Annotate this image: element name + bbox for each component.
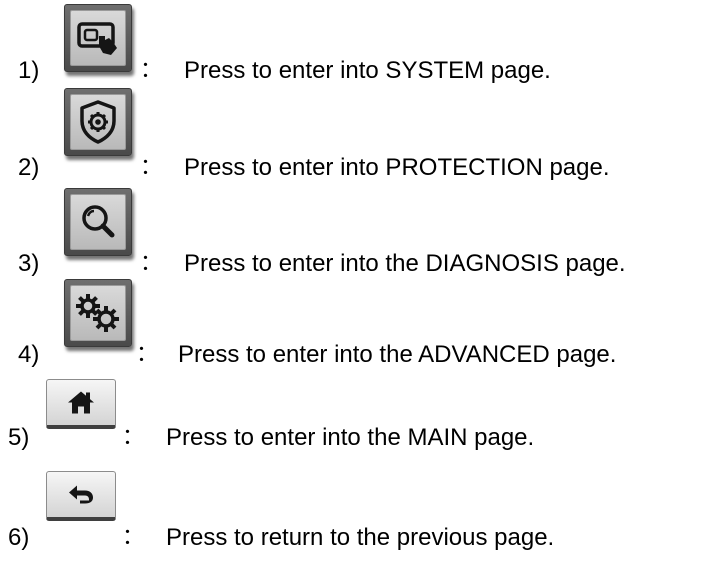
touch-screen-icon — [77, 22, 117, 55]
item-number: 2) — [18, 154, 40, 181]
item-description: Press to return to the previous page. — [166, 524, 555, 551]
colon-separator: ： — [140, 155, 163, 180]
list-item-advanced: 4) ： Press to enter into the ADVANCED pa… — [0, 279, 702, 373]
main-button[interactable] — [46, 379, 116, 429]
return-button[interactable] — [46, 471, 116, 521]
list-item-diagnosis: 3) ： Press to enter into the DIAGNOSIS p… — [0, 188, 702, 280]
item-description: Press to enter into PROTECTION page. — [184, 154, 610, 181]
item-description: Press to enter into the ADVANCED page. — [178, 341, 617, 368]
list-item-protection: 2) ： Press to enter into PROTECTION page… — [0, 88, 702, 184]
list-item-main: 5) ： Press to enter into the MAIN page. — [0, 376, 702, 466]
colon-separator: ： — [140, 251, 163, 276]
item-number: 4) — [18, 341, 40, 368]
item-number: 3) — [18, 250, 40, 277]
item-number: 5) — [8, 424, 30, 451]
colon-separator: ： — [140, 58, 163, 83]
item-number: 6) — [8, 524, 30, 551]
system-button[interactable] — [64, 4, 132, 72]
item-description: Press to enter into SYSTEM page. — [184, 57, 551, 84]
item-description: Press to enter into the MAIN page. — [166, 424, 535, 451]
list-item-system: 1) ： Press to enter into SYSTEM page. — [0, 0, 702, 90]
gears-icon — [76, 294, 119, 332]
colon-separator: ： — [122, 525, 145, 550]
magnifier-icon — [82, 205, 115, 238]
colon-separator: ： — [136, 342, 159, 367]
diagnosis-button[interactable] — [64, 188, 132, 256]
colon-separator: ： — [122, 425, 145, 450]
list-item-return: 6) ： Press to return to the previous pag… — [0, 464, 702, 554]
item-number: 1) — [18, 57, 40, 84]
home-icon — [68, 390, 94, 413]
return-arrow-icon — [69, 485, 93, 504]
item-description: Press to enter into the DIAGNOSIS page. — [184, 250, 626, 277]
protection-button[interactable] — [64, 88, 132, 156]
advanced-button[interactable] — [64, 279, 132, 347]
shield-gear-icon — [80, 100, 116, 144]
